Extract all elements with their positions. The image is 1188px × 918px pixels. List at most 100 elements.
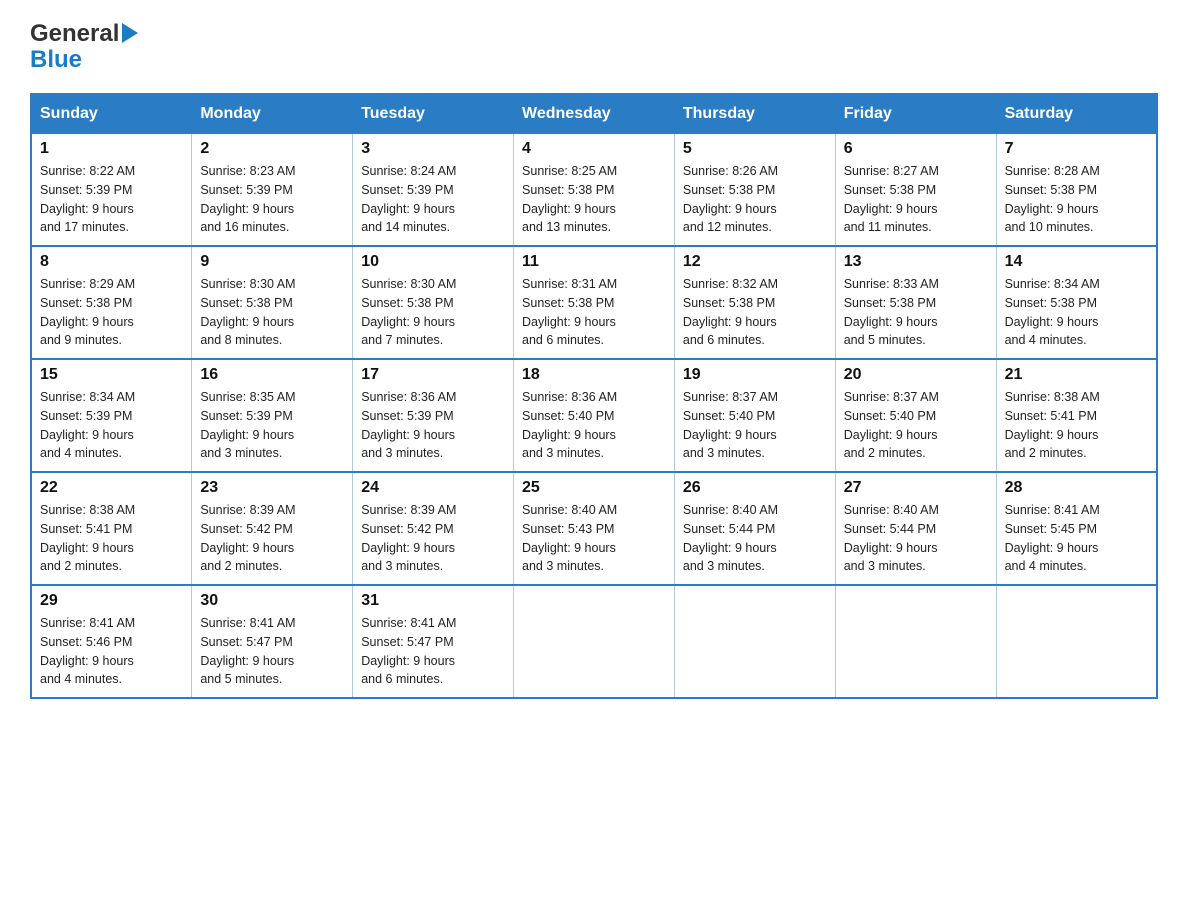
day-number: 24: [361, 479, 505, 497]
calendar-day-cell: 19 Sunrise: 8:37 AM Sunset: 5:40 PM Dayl…: [674, 359, 835, 472]
day-info: Sunrise: 8:24 AM Sunset: 5:39 PM Dayligh…: [361, 162, 505, 237]
day-info: Sunrise: 8:29 AM Sunset: 5:38 PM Dayligh…: [40, 275, 183, 350]
day-info: Sunrise: 8:41 AM Sunset: 5:46 PM Dayligh…: [40, 614, 183, 689]
day-number: 10: [361, 253, 505, 271]
day-number: 2: [200, 140, 344, 158]
calendar-day-cell: [996, 585, 1157, 698]
day-info: Sunrise: 8:41 AM Sunset: 5:45 PM Dayligh…: [1005, 501, 1148, 576]
day-info: Sunrise: 8:23 AM Sunset: 5:39 PM Dayligh…: [200, 162, 344, 237]
calendar-day-cell: 23 Sunrise: 8:39 AM Sunset: 5:42 PM Dayl…: [192, 472, 353, 585]
calendar-week-row: 29 Sunrise: 8:41 AM Sunset: 5:46 PM Dayl…: [31, 585, 1157, 698]
calendar-day-cell: 17 Sunrise: 8:36 AM Sunset: 5:39 PM Dayl…: [353, 359, 514, 472]
calendar-day-cell: 4 Sunrise: 8:25 AM Sunset: 5:38 PM Dayli…: [514, 134, 675, 247]
day-number: 25: [522, 479, 666, 497]
day-info: Sunrise: 8:37 AM Sunset: 5:40 PM Dayligh…: [683, 388, 827, 463]
day-info: Sunrise: 8:30 AM Sunset: 5:38 PM Dayligh…: [361, 275, 505, 350]
day-number: 13: [844, 253, 988, 271]
day-info: Sunrise: 8:30 AM Sunset: 5:38 PM Dayligh…: [200, 275, 344, 350]
calendar-day-cell: 21 Sunrise: 8:38 AM Sunset: 5:41 PM Dayl…: [996, 359, 1157, 472]
calendar-day-cell: 25 Sunrise: 8:40 AM Sunset: 5:43 PM Dayl…: [514, 472, 675, 585]
day-number: 12: [683, 253, 827, 271]
calendar-day-cell: 27 Sunrise: 8:40 AM Sunset: 5:44 PM Dayl…: [835, 472, 996, 585]
calendar-day-cell: 20 Sunrise: 8:37 AM Sunset: 5:40 PM Dayl…: [835, 359, 996, 472]
calendar-day-cell: 18 Sunrise: 8:36 AM Sunset: 5:40 PM Dayl…: [514, 359, 675, 472]
day-number: 26: [683, 479, 827, 497]
day-info: Sunrise: 8:25 AM Sunset: 5:38 PM Dayligh…: [522, 162, 666, 237]
calendar-table: SundayMondayTuesdayWednesdayThursdayFrid…: [30, 93, 1158, 699]
day-info: Sunrise: 8:40 AM Sunset: 5:44 PM Dayligh…: [683, 501, 827, 576]
day-number: 11: [522, 253, 666, 271]
calendar-day-cell: 22 Sunrise: 8:38 AM Sunset: 5:41 PM Dayl…: [31, 472, 192, 585]
day-number: 3: [361, 140, 505, 158]
day-number: 21: [1005, 366, 1148, 384]
day-info: Sunrise: 8:27 AM Sunset: 5:38 PM Dayligh…: [844, 162, 988, 237]
calendar-day-cell: [514, 585, 675, 698]
day-number: 16: [200, 366, 344, 384]
calendar-week-row: 1 Sunrise: 8:22 AM Sunset: 5:39 PM Dayli…: [31, 134, 1157, 247]
calendar-day-cell: 9 Sunrise: 8:30 AM Sunset: 5:38 PM Dayli…: [192, 246, 353, 359]
day-info: Sunrise: 8:36 AM Sunset: 5:40 PM Dayligh…: [522, 388, 666, 463]
calendar-header-monday: Monday: [192, 94, 353, 134]
day-number: 1: [40, 140, 183, 158]
day-number: 8: [40, 253, 183, 271]
day-info: Sunrise: 8:39 AM Sunset: 5:42 PM Dayligh…: [200, 501, 344, 576]
day-info: Sunrise: 8:35 AM Sunset: 5:39 PM Dayligh…: [200, 388, 344, 463]
day-info: Sunrise: 8:39 AM Sunset: 5:42 PM Dayligh…: [361, 501, 505, 576]
calendar-day-cell: 24 Sunrise: 8:39 AM Sunset: 5:42 PM Dayl…: [353, 472, 514, 585]
calendar-week-row: 22 Sunrise: 8:38 AM Sunset: 5:41 PM Dayl…: [31, 472, 1157, 585]
calendar-day-cell: 1 Sunrise: 8:22 AM Sunset: 5:39 PM Dayli…: [31, 134, 192, 247]
day-number: 30: [200, 592, 344, 610]
calendar-day-cell: 8 Sunrise: 8:29 AM Sunset: 5:38 PM Dayli…: [31, 246, 192, 359]
calendar-day-cell: 29 Sunrise: 8:41 AM Sunset: 5:46 PM Dayl…: [31, 585, 192, 698]
day-number: 20: [844, 366, 988, 384]
calendar-day-cell: 26 Sunrise: 8:40 AM Sunset: 5:44 PM Dayl…: [674, 472, 835, 585]
calendar-header-sunday: Sunday: [31, 94, 192, 134]
day-number: 28: [1005, 479, 1148, 497]
day-info: Sunrise: 8:41 AM Sunset: 5:47 PM Dayligh…: [361, 614, 505, 689]
logo-arrow-icon: [122, 23, 138, 43]
day-number: 14: [1005, 253, 1148, 271]
calendar-header-row: SundayMondayTuesdayWednesdayThursdayFrid…: [31, 94, 1157, 134]
day-info: Sunrise: 8:40 AM Sunset: 5:43 PM Dayligh…: [522, 501, 666, 576]
day-info: Sunrise: 8:33 AM Sunset: 5:38 PM Dayligh…: [844, 275, 988, 350]
day-info: Sunrise: 8:38 AM Sunset: 5:41 PM Dayligh…: [40, 501, 183, 576]
calendar-day-cell: 31 Sunrise: 8:41 AM Sunset: 5:47 PM Dayl…: [353, 585, 514, 698]
calendar-day-cell: 16 Sunrise: 8:35 AM Sunset: 5:39 PM Dayl…: [192, 359, 353, 472]
day-number: 19: [683, 366, 827, 384]
day-number: 18: [522, 366, 666, 384]
calendar-week-row: 8 Sunrise: 8:29 AM Sunset: 5:38 PM Dayli…: [31, 246, 1157, 359]
calendar-day-cell: 6 Sunrise: 8:27 AM Sunset: 5:38 PM Dayli…: [835, 134, 996, 247]
calendar-header-friday: Friday: [835, 94, 996, 134]
day-number: 22: [40, 479, 183, 497]
day-info: Sunrise: 8:32 AM Sunset: 5:38 PM Dayligh…: [683, 275, 827, 350]
calendar-day-cell: 11 Sunrise: 8:31 AM Sunset: 5:38 PM Dayl…: [514, 246, 675, 359]
day-number: 15: [40, 366, 183, 384]
day-number: 23: [200, 479, 344, 497]
calendar-day-cell: [674, 585, 835, 698]
calendar-day-cell: 3 Sunrise: 8:24 AM Sunset: 5:39 PM Dayli…: [353, 134, 514, 247]
calendar-day-cell: 2 Sunrise: 8:23 AM Sunset: 5:39 PM Dayli…: [192, 134, 353, 247]
day-number: 9: [200, 253, 344, 271]
calendar-header-thursday: Thursday: [674, 94, 835, 134]
calendar-header-wednesday: Wednesday: [514, 94, 675, 134]
day-number: 4: [522, 140, 666, 158]
logo: General Blue: [30, 20, 138, 73]
day-number: 17: [361, 366, 505, 384]
day-info: Sunrise: 8:41 AM Sunset: 5:47 PM Dayligh…: [200, 614, 344, 689]
calendar-week-row: 15 Sunrise: 8:34 AM Sunset: 5:39 PM Dayl…: [31, 359, 1157, 472]
day-info: Sunrise: 8:38 AM Sunset: 5:41 PM Dayligh…: [1005, 388, 1148, 463]
calendar-day-cell: 30 Sunrise: 8:41 AM Sunset: 5:47 PM Dayl…: [192, 585, 353, 698]
day-info: Sunrise: 8:36 AM Sunset: 5:39 PM Dayligh…: [361, 388, 505, 463]
day-info: Sunrise: 8:34 AM Sunset: 5:38 PM Dayligh…: [1005, 275, 1148, 350]
day-info: Sunrise: 8:26 AM Sunset: 5:38 PM Dayligh…: [683, 162, 827, 237]
day-info: Sunrise: 8:34 AM Sunset: 5:39 PM Dayligh…: [40, 388, 183, 463]
day-number: 7: [1005, 140, 1148, 158]
calendar-day-cell: 10 Sunrise: 8:30 AM Sunset: 5:38 PM Dayl…: [353, 246, 514, 359]
day-info: Sunrise: 8:31 AM Sunset: 5:38 PM Dayligh…: [522, 275, 666, 350]
day-number: 29: [40, 592, 183, 610]
calendar-header-tuesday: Tuesday: [353, 94, 514, 134]
day-number: 31: [361, 592, 505, 610]
day-info: Sunrise: 8:40 AM Sunset: 5:44 PM Dayligh…: [844, 501, 988, 576]
calendar-day-cell: 12 Sunrise: 8:32 AM Sunset: 5:38 PM Dayl…: [674, 246, 835, 359]
day-info: Sunrise: 8:37 AM Sunset: 5:40 PM Dayligh…: [844, 388, 988, 463]
